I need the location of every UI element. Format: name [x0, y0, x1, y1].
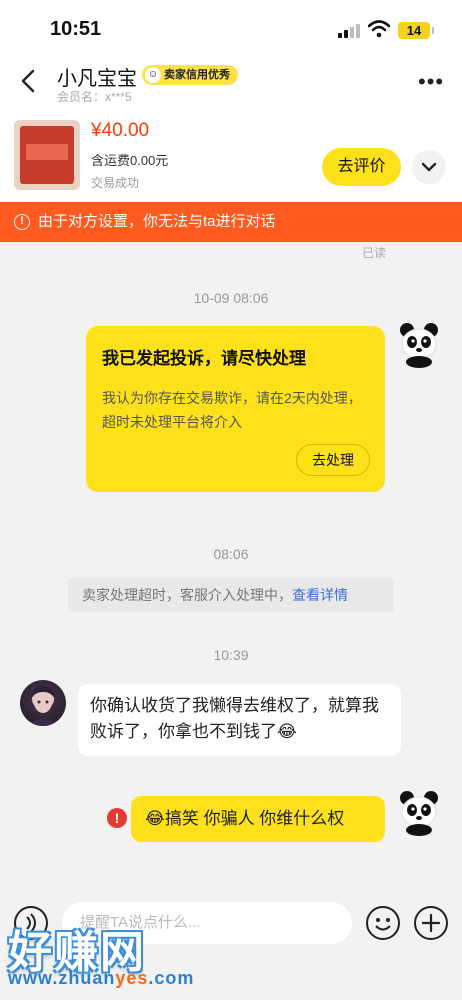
review-button[interactable]: 去评价: [322, 148, 401, 186]
smile-face-icon: [375, 918, 391, 931]
expand-button[interactable]: [412, 150, 446, 184]
my-message-bubble[interactable]: 😂搞笑 你骗人 你维什么权: [131, 796, 385, 842]
panda-avatar-icon[interactable]: [398, 790, 440, 836]
view-details-link[interactable]: 查看详情: [292, 587, 348, 603]
thumbnail-detail: [26, 144, 68, 160]
system-message: 卖家处理超时，客服介入处理中，查看详情: [68, 578, 394, 612]
signal-icon: [338, 24, 362, 38]
product-price: ¥40.00: [91, 120, 150, 141]
notice-text: 由于对方设置，你无法与ta进行对话: [38, 213, 276, 230]
back-arrow-icon[interactable]: [18, 68, 40, 94]
chat-header: 小凡宝宝 ☺ 卖家信用优秀 会员名：x***5 •••: [0, 56, 462, 104]
trade-status: 交易成功: [91, 176, 140, 190]
wifi-icon: [368, 20, 390, 38]
complaint-body: 我认为你存在交易欺诈，请在2天内处理，超时未处理平台将介入: [102, 390, 362, 430]
plus-icon[interactable]: [414, 906, 448, 940]
seller-name[interactable]: 小凡宝宝: [57, 62, 137, 91]
timestamp: 10:39: [213, 647, 249, 663]
timestamp: 08:06: [213, 546, 249, 562]
smile-icon: ☺: [145, 67, 161, 83]
more-icon[interactable]: •••: [418, 71, 444, 93]
watermark: 好赚网 www.zhuanyes.com: [8, 916, 208, 996]
notice-bar: ! 由于对方设置，你无法与ta进行对话: [0, 202, 462, 242]
shipping-fee: 含运费0.00元: [91, 153, 169, 168]
credit-badge-label: 卖家信用优秀: [164, 69, 230, 81]
error-icon[interactable]: !: [107, 808, 127, 828]
system-message-text: 卖家处理超时，客服介入处理中，: [82, 587, 292, 603]
credit-badge[interactable]: ☺ 卖家信用优秀: [142, 65, 238, 85]
order-card[interactable]: ¥40.00 含运费0.00元 交易成功 去评价: [0, 104, 462, 202]
watermark-url: www.zhuanyes.com: [8, 968, 195, 988]
read-receipt: 已读: [362, 246, 387, 260]
user-avatar-icon: [28, 686, 58, 726]
status-bar: 10:51 14: [0, 0, 462, 56]
buyer-message-bubble[interactable]: 你确认收货了我懒得去维权了，就算我败诉了，你拿也不到钱了😂: [78, 684, 401, 756]
complaint-card[interactable]: 我已发起投诉，请尽快处理 我认为你存在交易欺诈，请在2天内处理，超时未处理平台将…: [86, 326, 385, 492]
chevron-down-icon: [421, 162, 437, 172]
panda-avatar-icon[interactable]: [398, 322, 440, 368]
add-icon: [421, 913, 441, 933]
emoji-icon[interactable]: [366, 906, 400, 940]
battery-icon: 14: [398, 22, 434, 39]
member-id: 会员名：x***5: [57, 90, 132, 104]
handle-button[interactable]: 去处理: [296, 444, 370, 476]
complaint-title: 我已发起投诉，请尽快处理: [102, 349, 306, 368]
alert-circle-icon: !: [14, 214, 30, 230]
status-time: 10:51: [50, 18, 102, 40]
timestamp: 10-09 08:06: [193, 290, 269, 306]
product-thumbnail[interactable]: [14, 120, 80, 190]
avatar[interactable]: [20, 680, 66, 726]
